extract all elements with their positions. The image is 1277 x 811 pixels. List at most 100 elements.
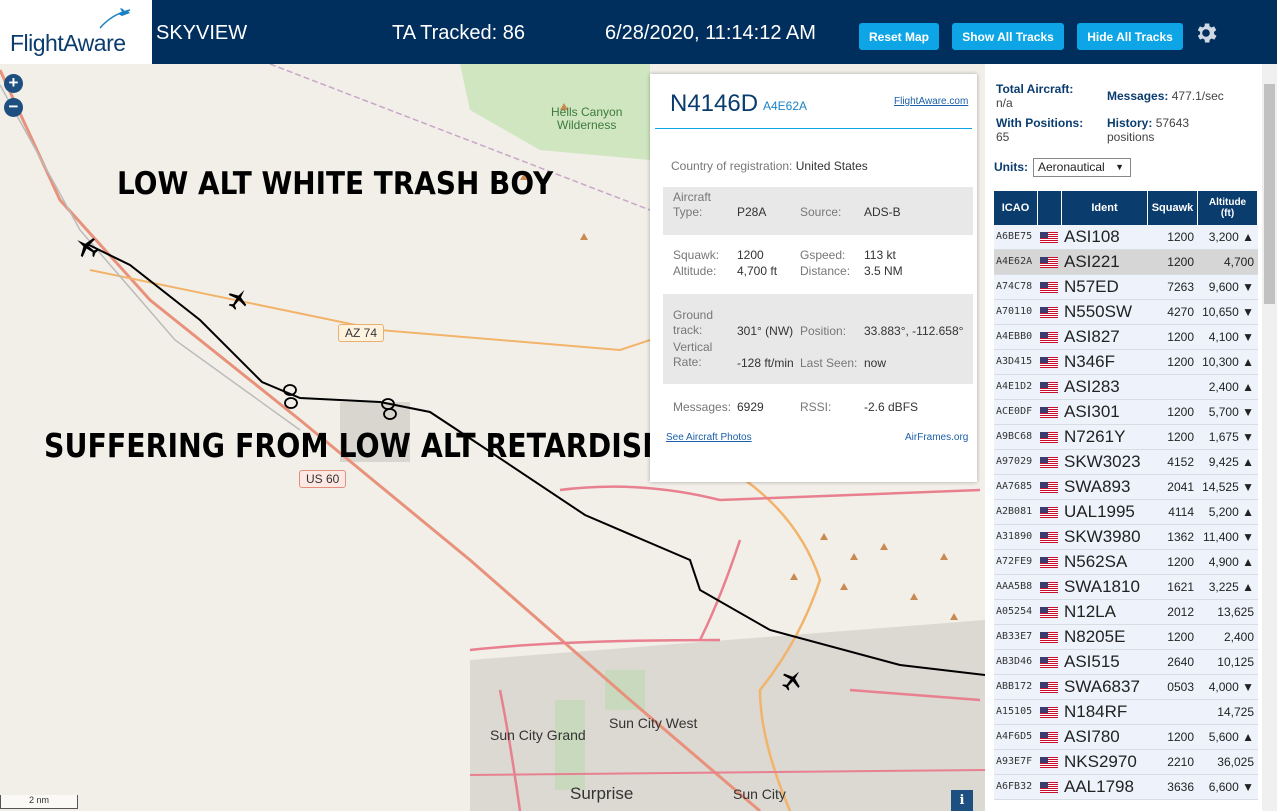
history-value: 57643 (1155, 116, 1190, 130)
col-ident[interactable]: Ident (1062, 191, 1148, 225)
table-row[interactable]: A31890 SKW3980 1362 11,400 ▼ (994, 525, 1258, 550)
us-flag-icon (1040, 782, 1058, 793)
total-aircraft-value: n/a (996, 96, 1013, 110)
table-row[interactable]: A2B081 UAL1995 4114 5,200 ▲ (994, 500, 1258, 525)
history-label: History: (1107, 116, 1153, 130)
table-row[interactable]: A9BC68 N7261Y 1200 1,675 ▼ (994, 425, 1258, 450)
table-row[interactable]: A4E1D2 ASI283 2,400 ▲ (994, 375, 1258, 400)
messages-value: 6929 (737, 400, 764, 414)
vrate-value: -128 ft/min (737, 356, 794, 370)
reset-map-button[interactable]: Reset Map (859, 23, 939, 50)
show-all-tracks-button[interactable]: Show All Tracks (952, 23, 1064, 50)
row-altitude: 4,900 ▲ (1208, 555, 1254, 569)
country-value: United States (795, 159, 868, 173)
table-row[interactable]: A3D415 N346F 1200 10,300 ▲ (994, 350, 1258, 375)
row-icao: A97029 (996, 456, 1033, 467)
tracked-count: TA Tracked: 86 (392, 22, 526, 44)
flightaware-logo[interactable]: FlightAware (0, 0, 152, 64)
row-ident: SWA1810 (1064, 577, 1140, 596)
zoom-out-button[interactable]: − (4, 98, 23, 117)
aircraft-marker-icon[interactable] (780, 668, 804, 692)
map-scale: 2 nm (0, 795, 78, 809)
row-squawk: 0503 (1167, 680, 1194, 694)
table-row[interactable]: A93E7F NKS2970 2210 36,025 (994, 750, 1258, 775)
lastseen-label: Last Seen: (800, 356, 858, 370)
map-label-sun-city: Sun City (733, 786, 786, 802)
table-row[interactable]: AB33E7 N8205E 1200 2,400 (994, 625, 1258, 650)
row-icao: A3D415 (996, 356, 1033, 367)
row-squawk: 1200 (1167, 630, 1194, 644)
col-icao[interactable]: ICAO (994, 191, 1038, 225)
row-squawk: 1200 (1167, 430, 1194, 444)
table-row[interactable]: A74C78 N57ED 7263 9,600 ▼ (994, 275, 1258, 300)
positions-value: 65 (996, 130, 1010, 144)
units-select[interactable]: Aeronautical ▼ (1033, 158, 1131, 177)
col-squawk[interactable]: Squawk (1148, 191, 1198, 225)
detail-divider (655, 128, 972, 129)
source-value: ADS-B (864, 205, 901, 219)
aircraft-photos-link[interactable]: See Aircraft Photos (666, 432, 752, 443)
row-ident: N562SA (1064, 552, 1128, 571)
row-ident: AAL1798 (1064, 777, 1134, 796)
table-row[interactable]: AA7685 SWA893 2041 14,525 ▼ (994, 475, 1258, 500)
us-flag-icon (1040, 557, 1058, 568)
us-flag-icon (1040, 582, 1058, 593)
map-label-sun-city-west: Sun City West (609, 715, 698, 731)
aircraft-marker-icon[interactable] (226, 287, 250, 311)
map-label-surprise: Surprise (570, 784, 634, 803)
squawk-label: Squawk: (673, 248, 720, 262)
table-row[interactable]: A6BE75 ASI108 1200 3,200 ▲ (994, 225, 1258, 250)
table-body: A6BE75 ASI108 1200 3,200 ▲ A4E62A ASI221 1200 4… (994, 225, 1258, 800)
sidebar-scrollbar[interactable] (1262, 64, 1277, 811)
airframes-link[interactable]: AirFrames.org (905, 432, 968, 443)
table-row[interactable]: AB3D46 ASI515 2640 10,125 (994, 650, 1258, 675)
us-flag-icon (1040, 232, 1058, 243)
row-squawk: 1200 (1167, 330, 1194, 344)
row-icao: A2B081 (996, 506, 1033, 517)
row-altitude: 5,600 ▲ (1208, 730, 1254, 744)
table-row[interactable]: ABB172 SWA6837 0503 4,000 ▼ (994, 675, 1258, 700)
col-altitude[interactable]: Altitude (ft) (1198, 191, 1258, 225)
col-flag[interactable] (1038, 191, 1062, 225)
row-altitude: 13,625 (1217, 605, 1254, 619)
track-value: 301° (NW) (737, 324, 794, 338)
table-row[interactable]: A72FE9 N562SA 1200 4,900 ▲ (994, 550, 1258, 575)
hide-all-tracks-button[interactable]: Hide All Tracks (1077, 23, 1183, 50)
table-row[interactable]: A05254 N12LA 2012 13,625 (994, 600, 1258, 625)
table-row[interactable]: A6FB32 AAL1798 3636 6,600 ▼ (994, 775, 1258, 800)
table-row[interactable]: A97029 SKW3023 4152 9,425 ▲ (994, 450, 1258, 475)
row-ident: ASI283 (1064, 377, 1120, 396)
row-icao: AA7685 (996, 481, 1033, 492)
gspeed-label: Gspeed: (800, 248, 846, 262)
row-ident: SKW3023 (1064, 452, 1141, 471)
scrollbar-thumb[interactable] (1264, 84, 1275, 304)
row-altitude: 11,400 ▼ (1202, 530, 1254, 544)
table-row[interactable]: A4EBB0 ASI827 1200 4,100 ▼ (994, 325, 1258, 350)
table-row[interactable]: A4F6D5 ASI780 1200 5,600 ▲ (994, 725, 1258, 750)
row-icao: AB3D46 (996, 656, 1033, 667)
route-128-road (559, 485, 981, 502)
us-flag-icon (1040, 682, 1058, 693)
map-info-button[interactable]: i (951, 790, 973, 811)
flightaware-link[interactable]: FlightAware.com (894, 96, 968, 107)
detail-band-squawk: Squawk: 1200 Gspeed: 113 kt Altitude: 4,… (663, 240, 973, 290)
zoom-in-button[interactable]: + (4, 74, 23, 93)
table-row[interactable]: AAA5B8 SWA1810 1621 3,225 ▲ (994, 575, 1258, 600)
row-icao: A4F6D5 (996, 731, 1033, 742)
row-icao: AB33E7 (996, 631, 1033, 642)
row-altitude: 10,125 (1217, 655, 1254, 669)
us-flag-icon (1040, 632, 1058, 643)
country-label: Country of registration: (671, 159, 793, 173)
skyview-app: FlightAware SKYVIEW TA Tracked: 86 6/28/… (0, 0, 1277, 811)
row-icao: A74C78 (996, 281, 1033, 292)
table-row[interactable]: A4E62A ASI221 1200 4,700 (994, 250, 1258, 275)
us-flag-icon (1040, 432, 1058, 443)
table-row[interactable]: A70110 N550SW 4270 10,650 ▼ (994, 300, 1258, 325)
table-row[interactable]: A15105 N184RF 14,725 (994, 700, 1258, 725)
gear-icon[interactable] (1193, 20, 1219, 46)
table-row[interactable]: ACE0DF ASI301 1200 5,700 ▼ (994, 400, 1258, 425)
aircraft-detail-panel: N4146D A4E62A FlightAware.com Country of… (650, 74, 977, 482)
row-squawk: 1200 (1167, 255, 1194, 269)
aircraft-marker-selected-icon[interactable] (74, 234, 100, 260)
row-ident: SWA893 (1064, 477, 1131, 496)
